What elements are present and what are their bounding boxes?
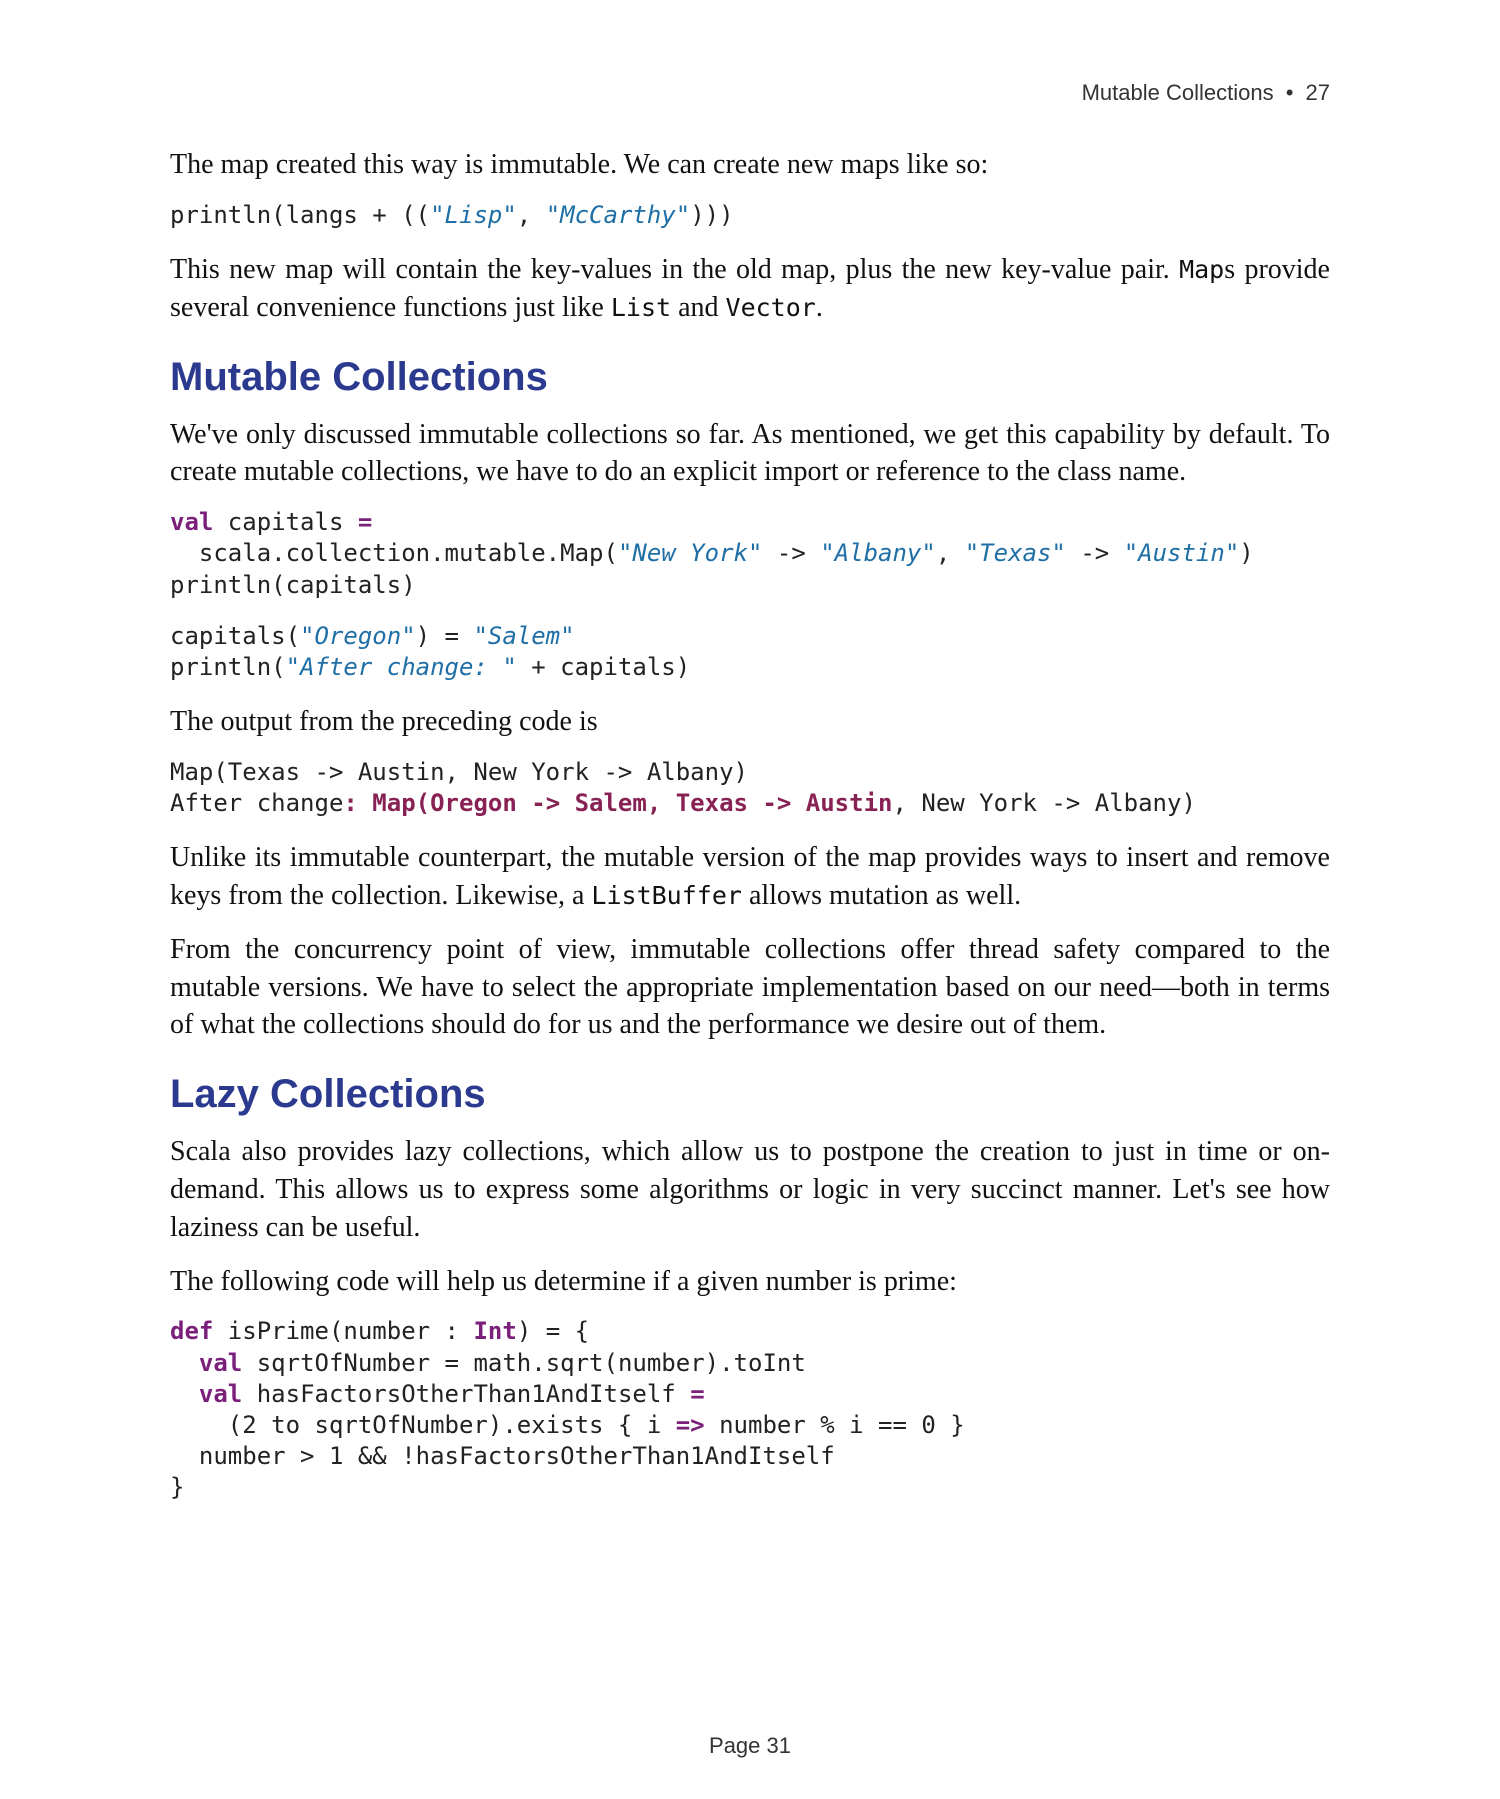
code-block-output: Map(Texas -> Austin, New York -> Albany)… [170, 757, 1330, 819]
code-text: After change [170, 789, 343, 817]
code-text: scala.collection.mutable.Map( [170, 539, 618, 567]
code-text: number % i == 0 } [705, 1411, 965, 1439]
code-text: isPrime(number : [213, 1317, 473, 1345]
code-highlight: : [343, 789, 372, 817]
code-keyword: => [676, 1411, 705, 1439]
code-keyword: val [199, 1380, 242, 1408]
code-keyword: val [170, 508, 213, 536]
header-page-section-number: 27 [1306, 80, 1330, 105]
code-string: "Oregon" [300, 622, 416, 650]
code-block: println(langs + (("Lisp", "McCarthy"))) [170, 200, 1330, 231]
paragraph: This new map will contain the key-values… [170, 251, 1330, 327]
code-string: "New York" [618, 539, 763, 567]
text: . [816, 292, 823, 323]
code-keyword: val [199, 1349, 242, 1377]
code-block: def isPrime(number : Int) = { val sqrtOf… [170, 1316, 1330, 1503]
text: and [671, 292, 725, 323]
code-string: "After change: " [286, 653, 517, 681]
code-string: "McCarthy" [546, 201, 691, 229]
paragraph: From the concurrency point of view, immu… [170, 931, 1330, 1044]
code-text: capitals( [170, 622, 300, 650]
inline-code: Vector [726, 293, 816, 322]
code-text: , New York -> Albany) [892, 789, 1195, 817]
text: allows mutation as well. [742, 880, 1021, 911]
section-heading-mutable: Mutable Collections [170, 355, 1330, 400]
code-text: -> [1066, 539, 1124, 567]
code-text: ))) [690, 201, 733, 229]
inline-code: ListBuffer [591, 881, 742, 910]
code-text: number > 1 && !hasFactorsOtherThan1AndIt… [170, 1442, 835, 1470]
code-text: println(langs + (( [170, 201, 430, 229]
bullet-icon: • [1286, 80, 1294, 105]
code-string: "Albany" [820, 539, 936, 567]
paragraph: We've only discussed immutable collectio… [170, 416, 1330, 492]
paragraph: Scala also provides lazy collections, wh… [170, 1133, 1330, 1246]
code-text: + capitals) [517, 653, 690, 681]
code-text: ) = [416, 622, 474, 650]
inline-code: Map [1179, 255, 1224, 284]
code-keyword: = [358, 508, 372, 536]
code-text: ) = { [517, 1317, 589, 1345]
code-text: , [517, 201, 546, 229]
code-text: hasFactorsOtherThan1AndItself [242, 1380, 690, 1408]
code-text: ) [1239, 539, 1253, 567]
code-string: "Texas" [965, 539, 1066, 567]
code-text: -> [762, 539, 820, 567]
text: This new map will contain the key-values… [170, 254, 1179, 285]
code-string: "Salem" [473, 622, 574, 650]
code-text: println(capitals) [170, 571, 416, 599]
code-text: Map(Texas -> Austin, New York -> Albany) [170, 758, 748, 786]
paragraph: The map created this way is immutable. W… [170, 146, 1330, 184]
paragraph: Unlike its immutable counterpart, the mu… [170, 839, 1330, 915]
paragraph: The following code will help us determin… [170, 1263, 1330, 1301]
code-text: capitals [213, 508, 358, 536]
code-string: "Lisp" [430, 201, 517, 229]
page-footer: Page 31 [0, 1733, 1500, 1759]
code-text: } [170, 1473, 184, 1501]
code-block: val capitals = scala.collection.mutable.… [170, 507, 1330, 601]
header-section: Mutable Collections [1082, 80, 1274, 105]
inline-code: List [611, 293, 671, 322]
code-keyword: = [690, 1380, 704, 1408]
code-text: sqrtOfNumber = math.sqrt(number).toInt [242, 1349, 806, 1377]
code-text: (2 to sqrtOfNumber).exists { i [170, 1411, 676, 1439]
code-keyword: def [170, 1317, 213, 1345]
code-type: Int [473, 1317, 516, 1345]
code-text: , [936, 539, 965, 567]
paragraph: The output from the preceding code is [170, 703, 1330, 741]
code-text: println( [170, 653, 286, 681]
code-highlight: Map(Oregon -> Salem, Texas -> Austin [372, 789, 892, 817]
code-string: "Austin" [1124, 539, 1240, 567]
code-block: capitals("Oregon") = "Salem" println("Af… [170, 621, 1330, 683]
section-heading-lazy: Lazy Collections [170, 1072, 1330, 1117]
running-header: Mutable Collections • 27 [170, 80, 1330, 106]
